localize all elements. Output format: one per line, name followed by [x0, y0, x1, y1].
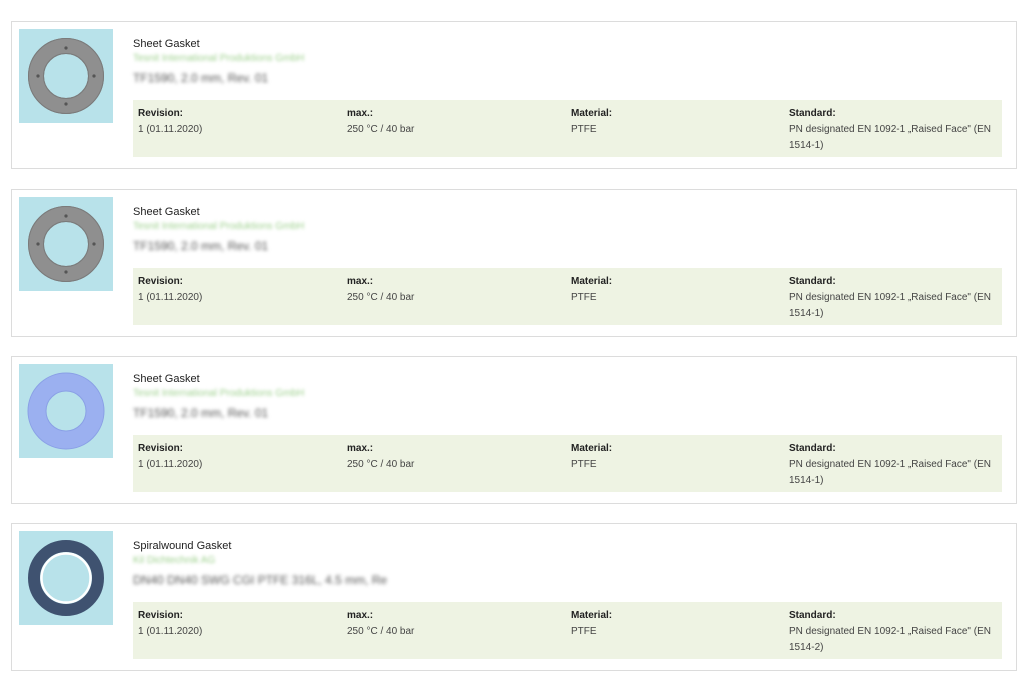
- gasket-thumbnail[interactable]: [19, 29, 113, 123]
- standard-value: PN designated EN 1092-1 „Raised Face" (E…: [789, 124, 991, 151]
- manufacturer-name: Tesnit International Produktions GmbH: [133, 388, 305, 399]
- revision-value: 1 (01.11.2020): [138, 626, 203, 637]
- spec-material: Material: PTFE: [571, 608, 612, 640]
- part-description: DN40 DN40 SWG CGI PTFE 316L, 4.5 mm, Re: [133, 573, 388, 587]
- spec-max: max.: 250 °C / 40 bar: [347, 441, 414, 473]
- spec-standard: Standard: PN designated EN 1092-1 „Raise…: [789, 608, 999, 656]
- max-label: max.:: [347, 610, 374, 621]
- manufacturer-name: Tesnit International Produktions GmbH: [133, 221, 305, 232]
- standard-value: PN designated EN 1092-1 „Raised Face" (E…: [789, 292, 991, 319]
- part-description: TF1590, 2.0 mm, Rev. 01: [133, 239, 269, 253]
- material-value: PTFE: [571, 626, 597, 637]
- standard-label: Standard:: [789, 108, 836, 119]
- product-title[interactable]: Sheet Gasket: [133, 38, 200, 50]
- spec-panel: Revision: 1 (01.11.2020) max.: 250 °C / …: [133, 268, 1002, 325]
- material-label: Material:: [571, 610, 613, 621]
- gasket-thumbnail[interactable]: [19, 364, 113, 458]
- spec-standard: Standard: PN designated EN 1092-1 „Raise…: [789, 274, 999, 322]
- revision-value: 1 (01.11.2020): [138, 124, 203, 135]
- spec-max: max.: 250 °C / 40 bar: [347, 608, 414, 640]
- gasket-card[interactable]: Sheet Gasket Tesnit International Produk…: [11, 21, 1017, 169]
- standard-label: Standard:: [789, 443, 836, 454]
- gasket-thumbnail[interactable]: [19, 197, 113, 291]
- max-value: 250 °C / 40 bar: [347, 292, 415, 303]
- material-value: PTFE: [571, 292, 597, 303]
- grey-sheet-gasket-icon: [28, 38, 104, 114]
- product-title[interactable]: Sheet Gasket: [133, 373, 200, 385]
- spec-panel: Revision: 1 (01.11.2020) max.: 250 °C / …: [133, 602, 1002, 659]
- product-title[interactable]: Sheet Gasket: [133, 206, 200, 218]
- max-label: max.:: [347, 108, 374, 119]
- max-value: 250 °C / 40 bar: [347, 459, 415, 470]
- material-value: PTFE: [571, 124, 597, 135]
- max-label: max.:: [347, 276, 374, 287]
- revision-value: 1 (01.11.2020): [138, 292, 203, 303]
- revision-label: Revision:: [138, 443, 184, 454]
- part-description: TF1590, 2.0 mm, Rev. 01: [133, 71, 269, 85]
- spec-material: Material: PTFE: [571, 441, 612, 473]
- spec-material: Material: PTFE: [571, 106, 612, 138]
- spec-revision: Revision: 1 (01.11.2020): [138, 106, 202, 138]
- blue-sheet-gasket-icon: [27, 372, 105, 450]
- spec-standard: Standard: PN designated EN 1092-1 „Raise…: [789, 441, 999, 489]
- spec-max: max.: 250 °C / 40 bar: [347, 106, 414, 138]
- spiralwound-gasket-icon: [28, 540, 104, 616]
- material-label: Material:: [571, 276, 613, 287]
- spec-material: Material: PTFE: [571, 274, 612, 306]
- revision-label: Revision:: [138, 276, 184, 287]
- product-title[interactable]: Spiralwound Gasket: [133, 540, 231, 552]
- gasket-list: Sheet Gasket Tesnit International Produk…: [0, 0, 1024, 674]
- manufacturer-name: Kil Dichtechnik AG: [133, 555, 216, 566]
- gasket-card[interactable]: Spiralwound Gasket Kil Dichtechnik AG DN…: [11, 523, 1017, 671]
- spec-panel: Revision: 1 (01.11.2020) max.: 250 °C / …: [133, 100, 1002, 157]
- standard-value: PN designated EN 1092-1 „Raised Face" (E…: [789, 459, 991, 486]
- gasket-card[interactable]: Sheet Gasket Tesnit International Produk…: [11, 356, 1017, 504]
- standard-label: Standard:: [789, 610, 836, 621]
- grey-sheet-gasket-icon: [28, 206, 104, 282]
- max-value: 250 °C / 40 bar: [347, 124, 415, 135]
- spec-max: max.: 250 °C / 40 bar: [347, 274, 414, 306]
- revision-value: 1 (01.11.2020): [138, 459, 203, 470]
- spec-panel: Revision: 1 (01.11.2020) max.: 250 °C / …: [133, 435, 1002, 492]
- gasket-card[interactable]: Sheet Gasket Tesnit International Produk…: [11, 189, 1017, 337]
- max-value: 250 °C / 40 bar: [347, 626, 415, 637]
- max-label: max.:: [347, 443, 374, 454]
- material-label: Material:: [571, 443, 613, 454]
- gasket-thumbnail[interactable]: [19, 531, 113, 625]
- material-label: Material:: [571, 108, 613, 119]
- manufacturer-name: Tesnit International Produktions GmbH: [133, 53, 305, 64]
- revision-label: Revision:: [138, 610, 184, 621]
- standard-label: Standard:: [789, 276, 836, 287]
- revision-label: Revision:: [138, 108, 184, 119]
- spec-standard: Standard: PN designated EN 1092-1 „Raise…: [789, 106, 999, 154]
- material-value: PTFE: [571, 459, 597, 470]
- spec-revision: Revision: 1 (01.11.2020): [138, 274, 202, 306]
- spec-revision: Revision: 1 (01.11.2020): [138, 441, 202, 473]
- part-description: TF1590, 2.0 mm, Rev. 01: [133, 406, 269, 420]
- standard-value: PN designated EN 1092-1 „Raised Face" (E…: [789, 626, 991, 653]
- spec-revision: Revision: 1 (01.11.2020): [138, 608, 202, 640]
